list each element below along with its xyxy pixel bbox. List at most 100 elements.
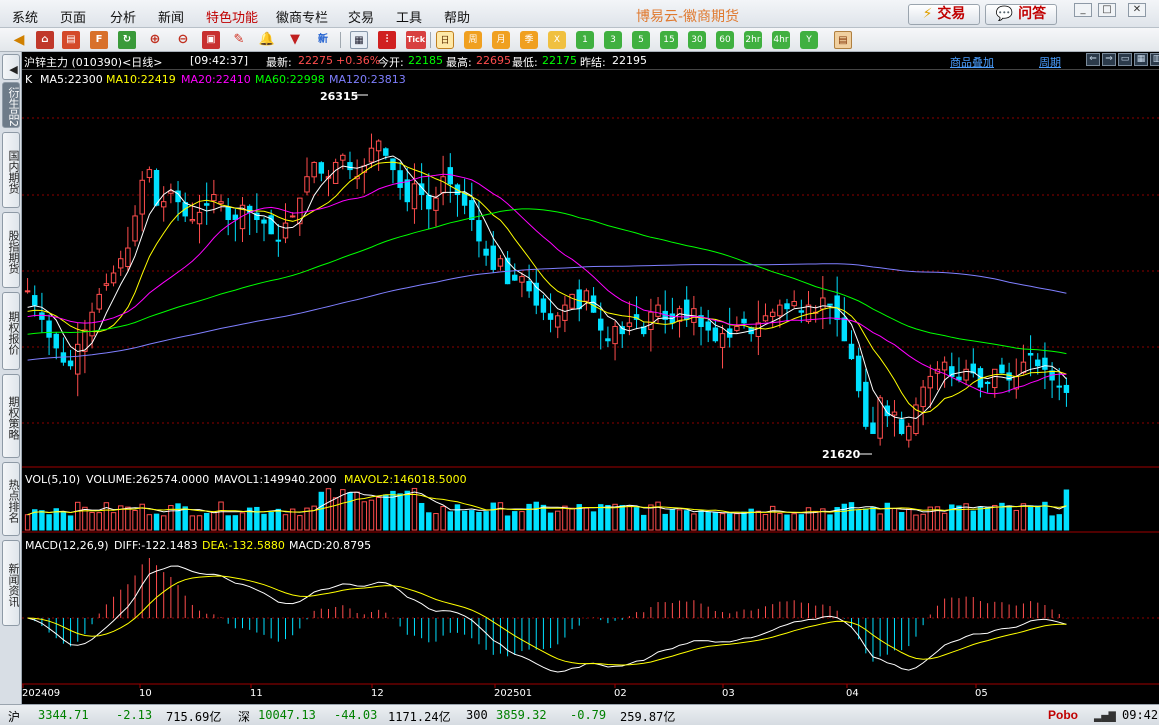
menu-item-2[interactable]: 分析 (110, 7, 136, 26)
next-arrow-icon[interactable]: ⇒ (1102, 53, 1116, 66)
alarm-bell-icon[interactable]: 🔔 (258, 31, 276, 49)
period-button-12[interactable]: 4hr (772, 31, 790, 49)
ma120-line (27, 263, 1067, 361)
volume-bar (562, 505, 568, 531)
candle-body (777, 304, 783, 317)
menu-item-0[interactable]: 系统 (12, 7, 38, 26)
maximize-button[interactable]: □ (1098, 3, 1116, 17)
chart-svg[interactable]: K MA5:22300 MA10:22419 MA20:22410 MA60:2… (22, 70, 1159, 704)
candle-body (189, 219, 196, 222)
volume-bar (755, 510, 762, 531)
candle-body (375, 140, 382, 152)
draw-pen-icon[interactable]: ✎ (230, 31, 248, 49)
candle-body (232, 214, 239, 221)
menu-item-3[interactable]: 新闻 (158, 7, 184, 26)
candle-body (540, 298, 547, 313)
candle-body (103, 283, 110, 286)
candles (24, 133, 1070, 448)
volume-bar (103, 502, 110, 531)
volume-bar (719, 513, 726, 531)
volume-bar (160, 515, 167, 531)
settings-panel-icon[interactable]: ▤ (834, 31, 852, 49)
candle-body (855, 355, 862, 392)
period-button-10[interactable]: 60 (716, 31, 734, 49)
candle-body (483, 248, 489, 256)
new-icon[interactable]: 新 (314, 31, 332, 49)
candle-body (576, 289, 582, 310)
volume-bar (863, 508, 869, 531)
volume-bar (175, 503, 181, 531)
kline-chart-area[interactable]: K MA5:22300 MA10:22419 MA20:22410 MA60:2… (22, 70, 1159, 704)
window-icon[interactable]: ▣ (202, 31, 220, 49)
volume-bar (1027, 505, 1034, 531)
clock: 09:42 (1122, 708, 1159, 722)
zoom-out-icon[interactable]: ⊖ (174, 31, 192, 49)
period-link[interactable]: 周期 (1039, 54, 1061, 70)
prev-arrow-icon[interactable]: ⇐ (1086, 53, 1100, 66)
f10-icon[interactable]: F (90, 31, 108, 49)
left-tab-0[interactable]: 衍生品2 (2, 82, 20, 128)
qa-button[interactable]: 💬 问答 (985, 4, 1057, 25)
left-tab-5[interactable]: 热点排名 (2, 462, 20, 536)
period-button-6[interactable]: 3 (604, 31, 622, 49)
left-tab-6[interactable]: 新闻资讯 (2, 540, 20, 626)
period-button-1[interactable]: 周 (464, 31, 482, 49)
volume-bar (24, 514, 31, 531)
period-button-3[interactable]: 季 (520, 31, 538, 49)
volume-bar (1006, 505, 1012, 531)
quote-time: [09:42:37] (190, 54, 248, 67)
volume-bar (547, 512, 554, 531)
left-tab-4[interactable]: 期权策略 (2, 374, 20, 458)
back-icon[interactable]: ◀ (10, 31, 28, 49)
tick-chart-icon[interactable]: Tick (406, 31, 426, 49)
left-tab-2[interactable]: 股指期货 (2, 212, 20, 288)
candle-body (590, 295, 597, 313)
period-button-7[interactable]: 5 (632, 31, 650, 49)
overlay-link[interactable]: 商品叠加 (950, 54, 994, 70)
filter-icon[interactable]: ▼ (286, 31, 304, 49)
menu-item-1[interactable]: 页面 (60, 7, 86, 26)
period-button-11[interactable]: 2hr (744, 31, 762, 49)
period-button-5[interactable]: 1 (576, 31, 594, 49)
candle-body (769, 311, 776, 317)
split-icon[interactable]: ▥ (1150, 53, 1159, 66)
menu-item-5[interactable]: 徽商专栏 (276, 7, 328, 26)
collapse-arrow-icon[interactable]: ◀ (2, 54, 20, 80)
volume-bar (275, 508, 282, 531)
left-tab-3[interactable]: 期权报价 (2, 292, 20, 370)
refresh-icon[interactable]: ↻ (118, 31, 136, 49)
candle-body (1042, 357, 1048, 370)
grid-icon[interactable]: ▦ (1134, 53, 1148, 66)
period-button-9[interactable]: 30 (688, 31, 706, 49)
period-button-8[interactable]: 15 (660, 31, 678, 49)
volume-bar (1013, 509, 1019, 531)
zoom-in-icon[interactable]: ⊕ (146, 31, 164, 49)
period-button-2[interactable]: 月 (492, 31, 510, 49)
menu-item-7[interactable]: 工具 (396, 7, 422, 26)
left-tab-1[interactable]: 国内期货 (2, 132, 20, 208)
volume-bar (146, 514, 153, 531)
volume-bar (784, 514, 790, 531)
quote-list-icon[interactable]: ▤ (62, 31, 80, 49)
menu-item-4[interactable]: 特色功能 (206, 7, 258, 26)
layout-icon[interactable]: ▭ (1118, 53, 1132, 66)
volume-bar (1020, 503, 1027, 531)
kline-icon[interactable]: ⫶ (378, 31, 396, 49)
period-button-4[interactable]: X (548, 31, 566, 49)
trade-button[interactable]: ⚡ 交易 (908, 4, 980, 25)
close-button[interactable]: ✕ (1128, 3, 1146, 17)
menu-item-8[interactable]: 帮助 (444, 7, 470, 26)
candle-body (891, 411, 898, 416)
home-icon[interactable]: ⌂ (36, 31, 54, 49)
table-icon[interactable]: ▦ (350, 31, 368, 49)
high-label: 最高: (446, 56, 472, 69)
volume-bar (984, 507, 991, 531)
period-button-0[interactable]: 日 (436, 31, 454, 49)
minimize-button[interactable]: _ (1074, 3, 1092, 17)
menu-item-6[interactable]: 交易 (348, 7, 374, 26)
vol-legend-volume: VOLUME:262574.0000 (86, 473, 209, 486)
volume-bar (461, 510, 468, 531)
period-button-13[interactable]: Y (800, 31, 818, 49)
volume-bar (683, 510, 690, 531)
volume-bar (705, 511, 711, 531)
